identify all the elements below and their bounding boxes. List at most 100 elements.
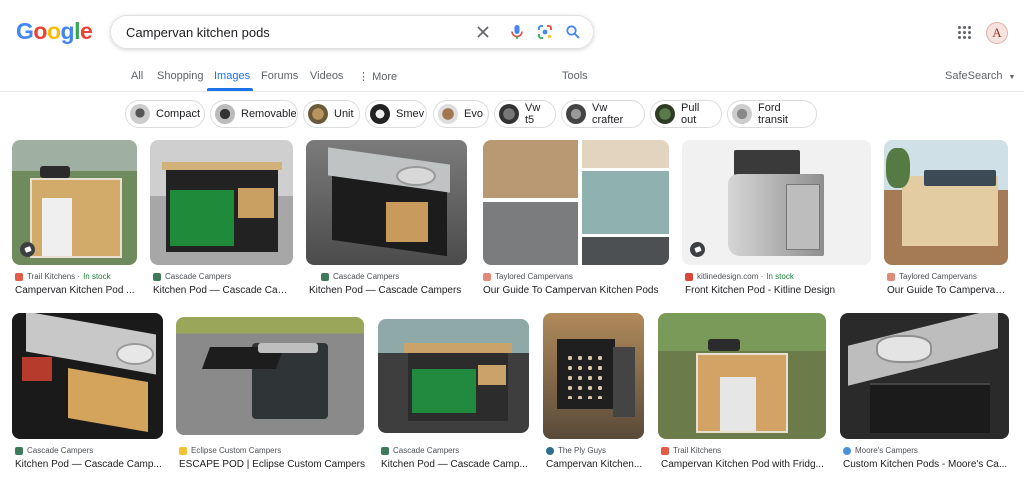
chip-label: Vw crafter <box>592 102 624 126</box>
site-favicon <box>483 272 491 281</box>
result-thumbnail[interactable] <box>682 140 871 265</box>
logo-letter-g2: g <box>60 18 75 44</box>
tab-videos[interactable]: Videos <box>310 70 343 82</box>
account-avatar[interactable]: A <box>986 22 1008 44</box>
result-title[interactable]: Our Guide To Campervan... <box>887 285 1008 296</box>
source-name: Cascade Campers <box>393 446 460 455</box>
result-title[interactable]: Campervan Kitchen... <box>546 459 644 470</box>
tab-shopping[interactable]: Shopping <box>157 70 204 82</box>
result-title[interactable]: Kitchen Pod — Cascade Camp... <box>153 285 293 296</box>
site-favicon <box>15 446 23 455</box>
chip-smev[interactable]: Smev <box>365 100 427 128</box>
tab-all[interactable]: All <box>131 70 143 82</box>
source-name: Cascade Campers <box>27 446 94 455</box>
logo-letter-o1: o <box>33 18 47 44</box>
result-title[interactable]: Kitchen Pod — Cascade Camp... <box>15 459 163 470</box>
chip-label: Unit <box>334 108 354 120</box>
result-thumbnail[interactable] <box>658 313 826 439</box>
chip-thumbnail <box>655 104 675 124</box>
result-title[interactable]: Front Kitchen Pod - Kitline Design <box>685 285 871 296</box>
search-icon[interactable] <box>563 22 583 42</box>
chip-thumbnail <box>215 104 235 124</box>
result-thumbnail[interactable] <box>176 317 364 435</box>
logo-letter-e: e <box>79 18 93 44</box>
result-thumbnail[interactable] <box>12 313 163 439</box>
result-thumbnail[interactable] <box>150 140 293 265</box>
result-title[interactable]: Custom Kitchen Pods - Moore's Ca... <box>843 459 1009 470</box>
tab-images[interactable]: Images <box>214 70 250 82</box>
header-divider <box>0 91 1024 92</box>
chip-thumbnail <box>130 104 150 124</box>
result-source: kitlinedesign.com · In stock <box>685 272 794 281</box>
result-title[interactable]: Our Guide To Campervan Kitchen Pods <box>483 285 669 296</box>
chip-label: Removable <box>241 108 297 120</box>
safesearch-button[interactable]: SafeSearch ▼ <box>945 70 1015 82</box>
result-title[interactable]: ESCAPE POD | Eclipse Custom Campers <box>179 459 365 470</box>
lens-camera-icon[interactable] <box>535 22 555 42</box>
result-source: Moore's Campers <box>843 446 918 455</box>
clear-icon[interactable] <box>473 22 493 42</box>
chip-label: Evo <box>464 108 483 120</box>
chip-compact[interactable]: Compact <box>125 100 205 128</box>
chip-thumbnail <box>732 104 752 124</box>
result-thumbnail[interactable] <box>840 313 1009 439</box>
chip-label: Smev <box>396 108 425 120</box>
google-logo[interactable]: Google <box>16 18 93 45</box>
tab-forums[interactable]: Forums <box>261 70 298 82</box>
source-name: Moore's Campers <box>855 446 918 455</box>
chip-thumbnail <box>370 104 390 124</box>
chip-label: Vw t5 <box>525 102 541 126</box>
site-favicon <box>381 446 389 455</box>
chip-pull-out[interactable]: Pull out <box>650 100 722 128</box>
product-tag-icon <box>690 242 705 257</box>
stock-status: In stock <box>766 272 794 281</box>
result-thumbnail[interactable] <box>543 313 644 439</box>
chip-unit[interactable]: Unit <box>303 100 360 128</box>
result-thumbnail[interactable] <box>12 140 137 265</box>
safesearch-label: SafeSearch <box>945 70 1003 82</box>
result-title[interactable]: Campervan Kitchen Pod ... <box>15 285 139 296</box>
result-title[interactable]: Kitchen Pod — Cascade Campers <box>309 285 467 296</box>
site-favicon <box>153 272 161 281</box>
product-tag-icon <box>20 242 35 257</box>
result-source: Cascade Campers <box>381 446 459 455</box>
site-favicon <box>15 272 23 281</box>
tab-more[interactable]: ⋮ More <box>358 70 397 83</box>
result-source: The Ply Guys <box>546 446 606 455</box>
result-title[interactable]: Campervan Kitchen Pod with Fridg... <box>661 459 826 470</box>
microphone-icon[interactable] <box>507 22 527 42</box>
chip-vw-crafter[interactable]: Vw crafter <box>561 100 645 128</box>
result-thumbnail[interactable] <box>378 319 529 433</box>
chip-label: Ford transit <box>758 102 788 126</box>
source-name: Taylored Campervans <box>899 272 977 281</box>
more-dots-icon: ⋮ <box>358 71 373 83</box>
result-source: Taylored Campervans <box>887 272 977 281</box>
source-name: The Ply Guys <box>558 446 607 455</box>
search-input[interactable]: Campervan kitchen pods <box>126 25 270 40</box>
result-thumbnail[interactable] <box>306 140 467 265</box>
result-source: Trail Kitchens <box>661 446 721 455</box>
site-favicon <box>546 446 554 455</box>
search-box[interactable]: Campervan kitchen pods <box>110 15 594 49</box>
chip-label: Compact <box>156 108 201 120</box>
logo-letter-o2: o <box>46 18 61 44</box>
result-source: Taylored Campervans <box>483 272 573 281</box>
chip-evo[interactable]: Evo <box>433 100 489 128</box>
result-source: Cascade Campers <box>153 272 231 281</box>
result-source: Cascade Campers <box>321 272 399 281</box>
chip-ford-transit[interactable]: Ford transit <box>727 100 817 128</box>
tools-button[interactable]: Tools <box>562 70 588 82</box>
result-title[interactable]: Kitchen Pod — Cascade Camp... <box>381 459 529 470</box>
result-thumbnail[interactable] <box>483 140 669 265</box>
source-separator: · <box>758 272 764 281</box>
apps-grid-icon[interactable] <box>958 26 972 40</box>
chip-thumbnail <box>499 104 519 124</box>
chip-thumbnail <box>438 104 458 124</box>
site-favicon <box>843 446 851 455</box>
logo-letter-g: G <box>16 18 34 44</box>
result-source: Eclipse Custom Campers <box>179 446 281 455</box>
source-name: Taylored Campervans <box>495 272 573 281</box>
result-thumbnail[interactable] <box>884 140 1008 265</box>
chip-removable[interactable]: Removable <box>210 100 298 128</box>
chip-vw-t5[interactable]: Vw t5 <box>494 100 556 128</box>
